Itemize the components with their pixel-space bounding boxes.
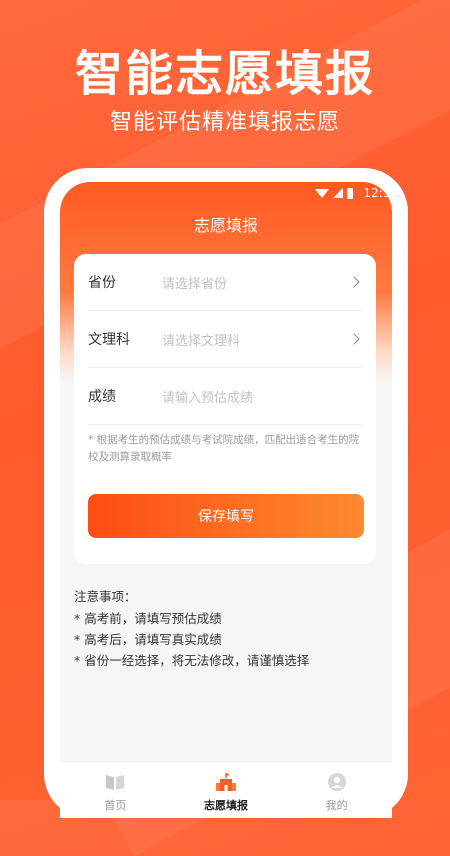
tab-volunteer[interactable]: 志愿填报 [171, 762, 282, 818]
score-input[interactable]: 请输入预估成绩 [162, 387, 362, 406]
tab-mine[interactable]: 我的 [281, 762, 392, 818]
subject-row[interactable]: 文理科 请选择文理科 [88, 311, 362, 368]
signal-icon [333, 188, 344, 198]
chevron-right-icon [348, 333, 360, 345]
tab-bar: 首页 志愿填报 我的 [60, 761, 392, 818]
note-item: * 省份一经选择，将无法修改，请谨慎选择 [74, 653, 310, 668]
notes-section: 注意事项： * 高考前，请填写预估成绩 * 高考后，请填写真实成绩 * 省份一经… [74, 586, 374, 671]
subject-label: 文理科 [88, 332, 130, 348]
tab-home-label: 首页 [104, 799, 127, 812]
wifi-icon [315, 188, 330, 198]
university-icon [216, 773, 236, 791]
form-hint: * 根据考生的预估成绩与考试院成绩，匹配出适合考生的院校及测算录取概率 [88, 434, 360, 463]
notes-title: 注意事项： [74, 589, 137, 604]
score-row[interactable]: 成绩 请输入预估成绩 [88, 368, 362, 425]
book-icon [106, 775, 125, 790]
tab-home[interactable]: 首页 [60, 762, 171, 818]
phone-frame: 12:30 志愿填报 省份 请选择省份 文理科 请选择文理科 成绩 请输入预估成… [44, 168, 408, 818]
app-screen: 12:30 志愿填报 省份 请选择省份 文理科 请选择文理科 成绩 请输入预估成… [60, 182, 392, 818]
status-bar: 12:30 [315, 184, 392, 202]
tab-volunteer-label: 志愿填报 [204, 799, 248, 812]
page-title: 志愿填报 [193, 216, 258, 235]
score-label: 成绩 [88, 389, 116, 405]
save-button[interactable]: 保存填写 [88, 494, 364, 538]
battery-icon [347, 187, 354, 199]
province-row[interactable]: 省份 请选择省份 [88, 254, 362, 311]
subject-select[interactable]: 请选择文理科 [162, 330, 350, 349]
form-card: 省份 请选择省份 文理科 请选择文理科 成绩 请输入预估成绩 * 根据考生的预估… [74, 254, 376, 564]
promo-subtitle: 智能评估精准填报志愿 [109, 110, 340, 135]
chevron-right-icon [348, 276, 360, 288]
province-select[interactable]: 请选择省份 [162, 273, 350, 292]
note-item: * 高考前，请填写预估成绩 [74, 611, 222, 626]
province-label: 省份 [88, 275, 116, 291]
tab-mine-label: 我的 [325, 799, 348, 812]
user-icon [327, 773, 346, 791]
status-time: 12:30 [363, 186, 392, 200]
note-item: * 高考后，请填写真实成绩 [74, 632, 222, 647]
promo-title: 智能志愿填报 [74, 46, 375, 102]
